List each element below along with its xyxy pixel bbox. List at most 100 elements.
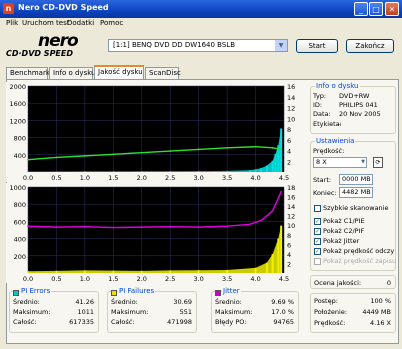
x-tick-label: 1.0	[80, 174, 90, 182]
show-jitter-checkbox[interactable]: ✓	[314, 238, 321, 245]
menu-file[interactable]: Plik	[6, 19, 18, 27]
end-label: Koniec:	[313, 189, 337, 197]
disc-info-title: Info o dysku	[315, 82, 360, 90]
y2-tick-label: 4	[287, 148, 291, 156]
disc-label-value: -	[339, 120, 342, 128]
position-label: Położenie:	[314, 308, 348, 316]
y-tick-label: 1600	[9, 100, 26, 108]
show-pif-label: Pokaż C2/PIF	[323, 227, 365, 235]
show-read-speed-checkbox[interactable]: ✓	[314, 248, 321, 255]
data-point	[83, 225, 86, 228]
y2-tick-label: 14	[287, 203, 295, 211]
data-point	[55, 156, 58, 159]
x-tick-label: 4.5	[279, 174, 289, 182]
x-tick-label: 3.0	[193, 275, 203, 283]
data-point	[197, 226, 200, 229]
y2-tick-label: 12	[287, 213, 295, 221]
exit-button[interactable]: Zakończ	[346, 39, 394, 53]
data-point	[112, 226, 115, 229]
menu-bar: Plik Uruchom test Dodatki Pomoc	[0, 18, 402, 29]
x-tick-label: 0.0	[23, 275, 33, 283]
data-point	[169, 150, 172, 152]
quality-score-box: Ocena jakości: 0	[310, 275, 396, 289]
show-write-speed-checkbox[interactable]	[314, 258, 321, 265]
chevron-down-icon[interactable]: ▼	[275, 40, 287, 51]
y2-tick-label: 16	[287, 194, 295, 202]
cd-dvd-speed-logo: CD·DVD SPEED	[6, 49, 74, 58]
progress-label: Postęp:	[314, 297, 338, 305]
data-point	[55, 226, 58, 229]
y2-tick-label: 10	[287, 115, 295, 123]
tab-scandisc[interactable]: ScanDisc	[145, 67, 181, 79]
x-tick-label: 1.0	[80, 275, 90, 283]
pi-failures-stats: PI Failures Średnio: 30.69 Maksimum: 551…	[107, 287, 197, 333]
data-point	[226, 146, 229, 149]
start-button[interactable]: Start	[296, 39, 338, 53]
pif-total-label: Całość:	[111, 318, 135, 326]
y2-tick-label: 12	[287, 105, 295, 113]
pie-max-value: 1011	[77, 308, 94, 316]
show-pie-checkbox[interactable]: ✓	[314, 218, 321, 225]
jitter-avg-label: Średnio:	[215, 298, 242, 306]
menu-help[interactable]: Pomoc	[100, 19, 123, 27]
nero-logo: nero	[38, 31, 79, 51]
y2-tick-label: 8	[287, 232, 291, 240]
jitter-max-value: 17.0 %	[271, 308, 294, 316]
x-tick-label: 2.5	[165, 174, 175, 182]
y2-tick-label: 16	[287, 83, 295, 91]
speed-label: Prędkość:	[313, 147, 345, 155]
pie-total-value: 617335	[69, 318, 94, 326]
data-point	[226, 225, 229, 228]
data-point	[27, 225, 29, 228]
show-pie-label: Pokaż C1/PIE	[323, 217, 365, 225]
jitter-title: Jitter	[222, 287, 241, 295]
progress-value: 100 %	[370, 297, 391, 305]
drive-select[interactable]: [1:1] BENQ DVD DD DW1640 BSLB ▼	[108, 39, 288, 52]
progress-group: Postęp: 100 % Położenie: 4449 MB Prędkoś…	[310, 293, 396, 333]
end-input[interactable]: 4482 MB	[339, 187, 373, 198]
data-point	[112, 153, 115, 156]
jitter-avg-value: 9.69 %	[271, 298, 294, 306]
x-tick-label: 3.5	[222, 275, 232, 283]
menu-extras[interactable]: Dodatki	[67, 19, 94, 27]
pie-total-label: Całość:	[13, 318, 37, 326]
x-tick-label: 3.5	[222, 174, 232, 182]
data-point	[260, 219, 263, 222]
x-tick-label: 4.5	[279, 275, 289, 283]
pif-avg-label: Średnio:	[111, 298, 138, 306]
show-write-speed-label: Pokaż prędkość zapisu	[323, 257, 397, 265]
close-window-button[interactable]: ✕	[385, 2, 399, 16]
pi-errors-stats: PI Errors Średnio: 41.26 Maksimum: 1011 …	[9, 287, 99, 333]
quick-scan-label: Szybkie skanowanie	[323, 204, 389, 212]
x-tick-label: 0.5	[51, 174, 61, 182]
y-tick-label: 400	[14, 152, 26, 160]
show-pif-checkbox[interactable]: ✓	[314, 228, 321, 235]
y2-tick-label: 2	[287, 260, 291, 268]
plot-area	[28, 187, 284, 273]
y-tick-label: 800	[14, 201, 26, 209]
x-tick-label: 0.5	[51, 275, 61, 283]
quick-scan-checkbox[interactable]	[314, 205, 321, 212]
po-errors-label: Błędy PO:	[215, 318, 247, 326]
speed-select[interactable]: 8 X ▼	[313, 157, 367, 168]
x-tick-label: 1.5	[108, 275, 118, 283]
refresh-speed-button[interactable]: ⟳	[373, 157, 383, 168]
tab-benchmark[interactable]: Benchmark	[6, 67, 50, 79]
x-tick-label: 0.0	[23, 174, 33, 182]
y2-tick-label: 10	[287, 222, 295, 230]
pif-avg-value: 30.69	[173, 298, 192, 306]
tab-disc-info[interactable]: Info o dysku	[49, 67, 96, 79]
start-input[interactable]: 0000 MB	[339, 174, 373, 185]
x-tick-label: 4.0	[250, 174, 260, 182]
maximize-button[interactable]: □	[369, 2, 383, 16]
quality-score-value: 0	[386, 279, 391, 287]
disc-date-label: Data:	[313, 110, 331, 118]
menu-run-test[interactable]: Uruchom test	[22, 19, 70, 27]
pi-errors-swatch	[13, 290, 19, 296]
tab-disc-quality[interactable]: Jakość dysku	[94, 65, 144, 79]
minimize-button[interactable]: _	[354, 2, 368, 16]
settings-group: Ustawienia Prędkość: 8 X ▼ ⟳ Start: 0000…	[310, 137, 397, 271]
y2-tick-label: 2	[287, 158, 291, 166]
jitter-swatch	[215, 290, 221, 296]
quality-score-label: Ocena jakości:	[314, 279, 362, 287]
